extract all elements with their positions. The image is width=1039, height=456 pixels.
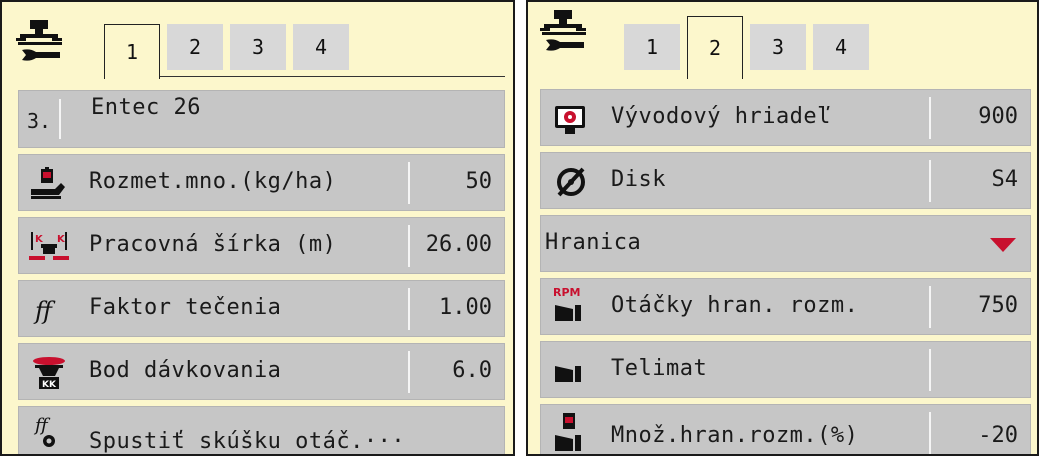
settings-panel-left: 1 2 3 4 3. Entec 26 Rozmet.mno.(kg/ha) 5… — [0, 0, 515, 456]
divider — [929, 412, 931, 454]
fertilizer-index: 3. — [27, 109, 52, 133]
drop-point-row[interactable]: KK Bod dávkovania 6.0 — [18, 343, 505, 400]
disc-value: S4 — [991, 167, 1019, 192]
svg-text:K: K — [57, 234, 66, 245]
working-width-row[interactable]: K K Pracovná šírka (m) 26.00 — [18, 217, 505, 274]
divider — [408, 225, 410, 267]
start-calibration-label: Spustiť skúšku otáč.··· — [89, 429, 406, 454]
rpm-border-icon: RPM — [553, 286, 581, 321]
svg-text:RPM: RPM — [553, 286, 580, 299]
tab-3[interactable]: 3 — [750, 24, 806, 70]
flow-factor-label: Faktor tečenia — [89, 295, 282, 320]
tab-divider — [150, 76, 505, 77]
tab-4[interactable]: 4 — [813, 24, 869, 70]
application-rate-row[interactable]: Rozmet.mno.(kg/ha) 50 — [18, 154, 505, 211]
drop-point-value: 6.0 — [452, 358, 492, 383]
divider — [408, 351, 410, 393]
machine-settings-icon — [540, 10, 586, 51]
test-flow-icon: ff — [33, 415, 55, 447]
settings-panel-right: 1 2 3 4 Vývodový hriadeľ 900 Disk S4 Hra… — [526, 0, 1039, 456]
divider — [929, 286, 931, 328]
drop-point-icon: KK — [33, 357, 65, 390]
tab-2[interactable]: 2 — [687, 16, 743, 79]
border-rpm-row[interactable]: RPM Otáčky hran. rozm. 750 — [540, 278, 1031, 335]
border-quantity-value: -20 — [978, 423, 1018, 448]
working-width-value: 26.00 — [425, 232, 492, 257]
telimat-icon — [555, 366, 581, 382]
disc-label: Disk — [611, 167, 666, 192]
application-rate-label: Rozmet.mno.(kg/ha) — [89, 169, 337, 194]
pto-speed-label: Vývodový hriadeľ — [611, 104, 831, 129]
tab-2[interactable]: 2 — [167, 24, 223, 70]
fertilizer-name-row[interactable]: 3. Entec 26 — [18, 90, 505, 148]
drop-point-label: Bod dávkovania — [89, 358, 282, 383]
chevron-down-icon — [990, 238, 1016, 252]
divider — [929, 349, 931, 391]
divider — [929, 97, 931, 139]
border-quantity-icon — [555, 413, 581, 451]
working-width-icon: K K — [29, 232, 69, 260]
flow-factor-row[interactable]: ff Faktor tečenia 1.00 — [18, 280, 505, 337]
border-rpm-value: 750 — [978, 293, 1018, 318]
tab-bar: 1 2 3 4 — [528, 2, 1037, 79]
flow-factor-value: 1.00 — [439, 295, 492, 320]
working-width-label: Pracovná šírka (m) — [89, 232, 337, 257]
pto-speed-value: 900 — [978, 104, 1018, 129]
start-calibration-row[interactable]: ff Spustiť skúšku otáč.··· — [18, 406, 505, 454]
pto-shaft-icon — [555, 106, 585, 134]
weight-icon — [31, 167, 65, 199]
border-quantity-row[interactable]: Množ.hran.rozm.(%) -20 — [540, 404, 1031, 454]
border-mode-dropdown[interactable]: Hranica — [540, 215, 1031, 272]
divider — [408, 162, 410, 204]
telimat-label: Telimat — [611, 356, 708, 381]
tab-4[interactable]: 4 — [293, 24, 349, 70]
divider — [408, 288, 410, 330]
telimat-row[interactable]: Telimat — [540, 341, 1031, 398]
flow-factor-icon: ff — [33, 297, 56, 325]
divider — [59, 99, 61, 139]
border-mode-label: Hranica — [545, 230, 642, 255]
pto-speed-row[interactable]: Vývodový hriadeľ 900 — [540, 89, 1031, 146]
divider — [929, 160, 931, 202]
svg-text:ff: ff — [33, 297, 56, 325]
application-rate-value: 50 — [465, 169, 493, 194]
machine-settings-icon — [16, 20, 62, 61]
tab-3[interactable]: 3 — [230, 24, 286, 70]
svg-text:KK: KK — [42, 380, 57, 390]
border-quantity-label: Množ.hran.rozm.(%) — [611, 423, 859, 448]
svg-text:K: K — [35, 234, 44, 245]
svg-text:ff: ff — [33, 415, 51, 436]
border-rpm-label: Otáčky hran. rozm. — [611, 293, 859, 318]
tab-1[interactable]: 1 — [624, 24, 680, 70]
tab-bar: 1 2 3 4 — [2, 2, 513, 79]
disc-row[interactable]: Disk S4 — [540, 152, 1031, 209]
disc-icon — [557, 167, 585, 197]
fertilizer-name: Entec 26 — [91, 95, 201, 120]
tab-1[interactable]: 1 — [104, 24, 160, 79]
